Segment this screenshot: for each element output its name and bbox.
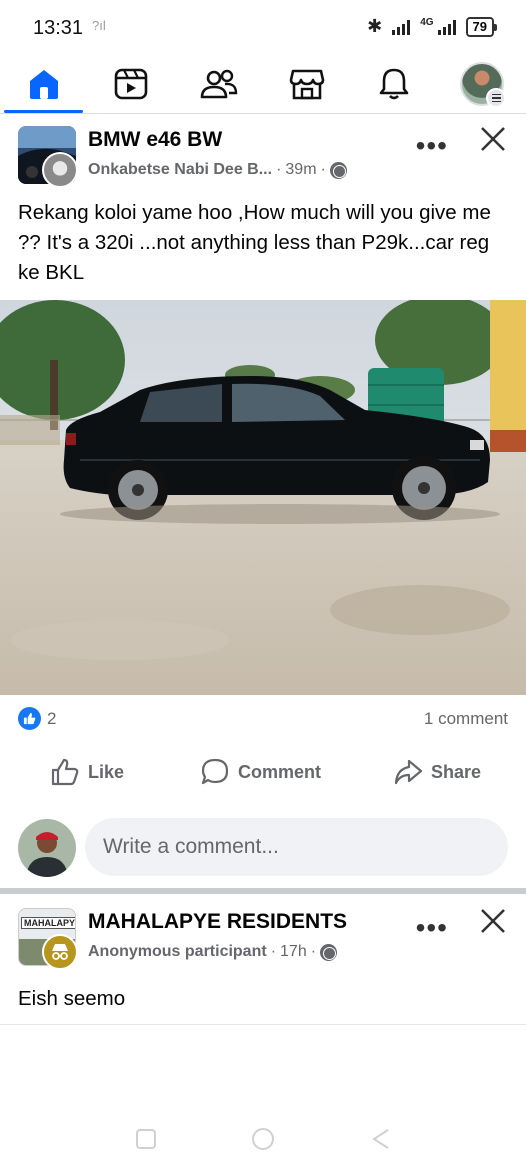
user-avatar[interactable] (18, 819, 76, 877)
nav-notifications[interactable] (372, 62, 416, 106)
nav-profile-menu[interactable] (460, 62, 506, 108)
comment-button[interactable]: Comment (200, 757, 321, 787)
post-photo[interactable] (0, 300, 526, 695)
like-button[interactable]: Like (50, 757, 124, 787)
share-icon (394, 759, 423, 785)
system-navigation (0, 1120, 526, 1169)
group-name-2[interactable]: MAHALAPYE RESIDENTS (88, 910, 347, 934)
incognito-icon (52, 944, 68, 960)
post-meta-2: Anonymous participant · 17h · (88, 943, 338, 961)
share-label: Share (431, 761, 482, 782)
reaction-count: 2 (47, 708, 57, 728)
menu-icon (486, 88, 506, 108)
like-reaction-icon (18, 707, 41, 730)
friends-icon (200, 69, 238, 99)
reaction-summary[interactable]: 2 (18, 707, 56, 730)
battery-icon: 79 (465, 16, 498, 37)
anonymous-avatar[interactable] (42, 934, 78, 970)
nav-video[interactable] (109, 62, 153, 106)
post-actions: Like Comment Share (0, 745, 526, 803)
post-time-2[interactable]: 17h (280, 943, 307, 961)
group-thumb-text: MAHALAPYE (21, 917, 75, 929)
group-name[interactable]: BMW e46 BW (88, 128, 222, 152)
comment-label: Comment (238, 761, 322, 782)
home-system-icon[interactable] (250, 1126, 276, 1152)
network-type: 4G (420, 17, 434, 28)
meta-dot: · (320, 161, 326, 178)
globe-icon (320, 943, 338, 961)
back-icon[interactable] (368, 1126, 394, 1152)
post-time[interactable]: 39m (285, 161, 316, 179)
post-meta: Onkabetse Nabi Dee B... · 39m · (88, 161, 347, 179)
marketplace-icon (289, 69, 325, 100)
close-icon[interactable] (476, 904, 510, 938)
author-name[interactable]: Onkabetse Nabi Dee B... (88, 161, 272, 179)
post-header-2: MAHALAPYE MAHALAPYE RESIDENTS Anonymous … (0, 898, 526, 978)
post-body-2: Eish seemo (18, 987, 126, 1010)
status-icons: ✱ 4G 79 (367, 16, 498, 37)
more-options-icon[interactable]: ••• (416, 912, 448, 944)
meta-dot: · (310, 943, 317, 960)
nav-friends[interactable] (197, 62, 241, 106)
sim-indicator: ?ıl (92, 18, 106, 33)
recents-icon[interactable] (133, 1126, 159, 1152)
battery-level: 79 (472, 18, 487, 34)
author-avatar[interactable] (42, 152, 78, 188)
active-tab-indicator (4, 110, 83, 113)
bluetooth-icon: ✱ (367, 16, 383, 36)
post-divider (0, 888, 526, 894)
more-options-icon[interactable]: ••• (416, 130, 448, 162)
like-label: Like (88, 761, 125, 782)
nav-marketplace[interactable] (285, 62, 329, 106)
meta-dot: · (270, 943, 277, 960)
comment-icon (201, 758, 229, 785)
author-name-2[interactable]: Anonymous participant (88, 943, 267, 961)
comment-composer: Write a comment... (0, 815, 526, 883)
video-icon (114, 68, 148, 100)
post-header: BMW e46 BW Onkabetse Nabi Dee B... · 39m… (0, 116, 526, 196)
comment-input[interactable]: Write a comment... (85, 818, 508, 876)
share-button[interactable]: Share (393, 757, 481, 787)
profile-avatar (460, 62, 506, 108)
nav-home[interactable] (22, 62, 66, 106)
meta-dot: · (276, 161, 282, 178)
signal-icon (392, 19, 411, 35)
comment-count[interactable]: 1 comment (424, 709, 508, 729)
separator (0, 1024, 526, 1025)
status-time: 13:31 (33, 17, 84, 39)
signal-icon-2 (437, 19, 456, 35)
close-icon[interactable] (476, 122, 510, 156)
bell-icon (379, 68, 409, 100)
thumbs-up-icon (51, 758, 79, 786)
post-body: Rekang koloi yame hoo ,How much will you… (18, 201, 491, 284)
status-bar: 13:31 ?ıl ✱ 4G 79 (0, 0, 526, 56)
top-nav (0, 56, 526, 114)
home-icon (30, 70, 58, 99)
globe-icon (329, 161, 347, 179)
